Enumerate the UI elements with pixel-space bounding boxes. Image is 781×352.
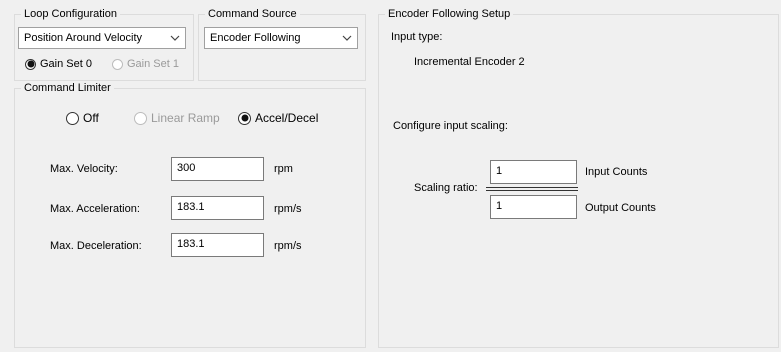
ratio-divider-line	[486, 190, 578, 191]
scaling-heading: Configure input scaling:	[393, 120, 508, 132]
max-velocity-label: Max. Velocity:	[50, 163, 118, 175]
limiter-off-label: Off	[83, 111, 99, 125]
command-source-select[interactable]: Encoder Following	[204, 27, 358, 49]
radio-icon	[66, 111, 79, 125]
scaling-ratio-label: Scaling ratio:	[414, 182, 478, 194]
gain-set-1-radio[interactable]: Gain Set 1	[112, 56, 179, 72]
gain-set-0-radio[interactable]: Gain Set 0	[25, 56, 92, 72]
ratio-divider-line	[486, 187, 578, 188]
command-limiter-title: Command Limiter	[21, 81, 114, 95]
encoder-following-setup-title: Encoder Following Setup	[385, 7, 514, 21]
limiter-linear-ramp-radio[interactable]: Linear Ramp	[134, 110, 220, 126]
gain-set-0-label: Gain Set 0	[40, 58, 92, 70]
max-deceleration-input[interactable]: 183.1	[171, 233, 264, 257]
max-deceleration-label: Max. Deceleration:	[50, 240, 142, 252]
command-source-title: Command Source	[205, 7, 300, 21]
max-acceleration-value: 183.1	[177, 201, 205, 213]
radio-icon	[238, 111, 251, 125]
limiter-off-radio[interactable]: Off	[66, 110, 99, 126]
input-counts-value: 1	[496, 165, 503, 177]
radio-icon	[112, 58, 123, 70]
limiter-accel-decel-radio[interactable]: Accel/Decel	[238, 110, 318, 126]
command-source-value: Encoder Following	[210, 32, 301, 44]
loop-configuration-select[interactable]: Position Around Velocity	[18, 27, 186, 49]
loop-configuration-title: Loop Configuration	[21, 7, 120, 21]
radio-icon	[134, 111, 147, 125]
input-counts-input[interactable]: 1	[490, 160, 577, 184]
input-type-value: Incremental Encoder 2	[414, 56, 525, 68]
max-velocity-unit: rpm	[274, 163, 293, 175]
chevron-down-icon	[342, 35, 352, 41]
max-velocity-value: 300	[177, 162, 196, 174]
max-deceleration-unit: rpm/s	[274, 240, 302, 252]
output-counts-label: Output Counts	[585, 202, 656, 214]
output-counts-value: 1	[496, 200, 503, 212]
max-acceleration-label: Max. Acceleration:	[50, 203, 140, 215]
output-counts-input[interactable]: 1	[490, 195, 577, 219]
input-type-label: Input type:	[391, 31, 443, 43]
gain-set-1-label: Gain Set 1	[127, 58, 179, 70]
loop-configuration-value: Position Around Velocity	[24, 32, 143, 44]
radio-icon	[25, 58, 36, 70]
input-counts-label: Input Counts	[585, 166, 648, 178]
max-acceleration-unit: rpm/s	[274, 203, 302, 215]
max-velocity-input[interactable]: 300	[171, 157, 264, 181]
chevron-down-icon	[170, 35, 180, 41]
max-acceleration-input[interactable]: 183.1	[171, 196, 264, 220]
limiter-accel-decel-label: Accel/Decel	[255, 111, 319, 125]
limiter-linear-ramp-label: Linear Ramp	[151, 111, 220, 125]
max-deceleration-value: 183.1	[177, 238, 205, 250]
